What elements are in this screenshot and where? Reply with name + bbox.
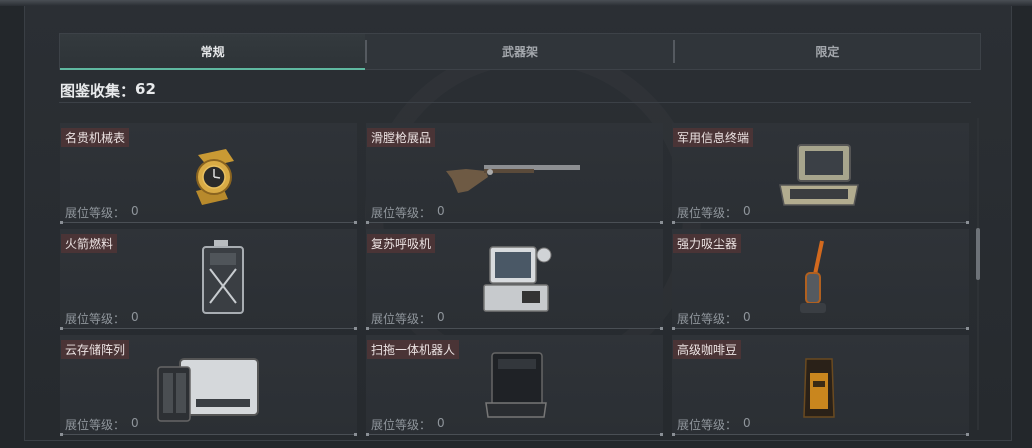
item-name: 火箭燃料 <box>61 234 118 253</box>
level-label: 展位等级： <box>371 418 432 432</box>
level-value: 0 <box>131 416 139 430</box>
collection-panel: 常规 武器架 限定 图鉴收集： 62 名贵机械表 展位等级： 0 滑膛枪展品 展… <box>24 6 1012 441</box>
level-label: 展位等级： <box>371 206 432 220</box>
item-card-storage-array[interactable]: 云存储阵列 展位等级： 0 <box>60 335 357 436</box>
level-value: 0 <box>437 310 445 324</box>
item-card-coffee-beans[interactable]: 高级咖啡豆 展位等级： 0 <box>672 335 969 436</box>
item-card-mopping-robot[interactable]: 扫拖一体机器人 展位等级： 0 <box>366 335 663 436</box>
item-name: 强力吸尘器 <box>673 234 742 253</box>
level-label: 展位等级： <box>65 206 126 220</box>
level-label: 展位等级： <box>677 312 738 326</box>
military-terminal-icon <box>779 144 859 206</box>
booth-level: 展位等级： 0 <box>677 416 751 433</box>
item-grid: 名贵机械表 展位等级： 0 滑膛枪展品 展位等级： 0 军用信息终端 展位等级：… <box>60 123 972 440</box>
corner-mark <box>672 433 675 436</box>
item-name: 名贵机械表 <box>61 128 130 147</box>
item-card-ventilator[interactable]: 复苏呼吸机 展位等级： 0 <box>366 229 663 330</box>
tab-limited[interactable]: 限定 <box>675 34 980 69</box>
item-name: 滑膛枪展品 <box>367 128 436 147</box>
booth-level: 展位等级： 0 <box>65 310 139 327</box>
item-name: 军用信息终端 <box>673 128 754 147</box>
corner-mark <box>660 433 663 436</box>
corner-mark <box>354 327 357 330</box>
level-value: 0 <box>437 204 445 218</box>
corner-mark <box>60 221 63 224</box>
collection-value: 62 <box>135 80 156 98</box>
level-label: 展位等级： <box>371 312 432 326</box>
corner-mark <box>60 433 63 436</box>
ventilator-icon <box>483 246 552 312</box>
booth-level: 展位等级： 0 <box>371 204 445 221</box>
item-card-vacuum[interactable]: 强力吸尘器 展位等级： 0 <box>672 229 969 330</box>
gold-watch-icon <box>196 149 234 205</box>
item-name: 复苏呼吸机 <box>367 234 436 253</box>
level-value: 0 <box>131 204 139 218</box>
corner-mark <box>672 327 675 330</box>
level-value: 0 <box>437 416 445 430</box>
corner-mark <box>966 327 969 330</box>
level-label: 展位等级： <box>65 312 126 326</box>
musket-icon <box>446 165 580 193</box>
fuel-canister-icon <box>202 240 244 314</box>
item-name: 高级咖啡豆 <box>673 340 742 359</box>
corner-mark <box>660 327 663 330</box>
booth-level: 展位等级： 0 <box>371 416 445 433</box>
tab-bar: 常规 武器架 限定 <box>59 33 981 70</box>
corner-mark <box>672 221 675 224</box>
corner-mark <box>366 433 369 436</box>
collection-label: 图鉴收集： <box>60 82 136 100</box>
booth-level: 展位等级： 0 <box>677 204 751 221</box>
divider <box>59 102 971 103</box>
tab-label: 常规 <box>200 45 225 59</box>
booth-level: 展位等级： 0 <box>65 204 139 221</box>
item-name: 云存储阵列 <box>61 340 130 359</box>
level-value: 0 <box>743 416 751 430</box>
storage-array-icon <box>157 358 259 422</box>
item-card-musket[interactable]: 滑膛枪展品 展位等级： 0 <box>366 123 663 224</box>
corner-mark <box>354 221 357 224</box>
corner-mark <box>966 433 969 436</box>
booth-level: 展位等级： 0 <box>677 310 751 327</box>
tab-regular[interactable]: 常规 <box>60 34 366 70</box>
corner-mark <box>366 221 369 224</box>
corner-mark <box>366 327 369 330</box>
corner-mark <box>660 221 663 224</box>
tab-label: 限定 <box>815 45 840 59</box>
tab-weapon-rack[interactable]: 武器架 <box>367 34 672 69</box>
item-card-gold-watch[interactable]: 名贵机械表 展位等级： 0 <box>60 123 357 224</box>
mopping-robot-icon <box>485 352 547 418</box>
vacuum-cleaner-icon <box>800 240 826 313</box>
coffee-bag-icon <box>803 358 835 418</box>
level-value: 0 <box>743 204 751 218</box>
level-label: 展位等级： <box>677 418 738 432</box>
item-name: 扫拖一体机器人 <box>367 340 460 359</box>
scrollbar-thumb[interactable] <box>976 228 980 280</box>
collection-count: 图鉴收集： 62 <box>60 80 156 101</box>
item-card-rocket-fuel[interactable]: 火箭燃料 展位等级： 0 <box>60 229 357 330</box>
booth-level: 展位等级： 0 <box>65 416 139 433</box>
level-label: 展位等级： <box>677 206 738 220</box>
corner-mark <box>354 433 357 436</box>
item-card-military-terminal[interactable]: 军用信息终端 展位等级： 0 <box>672 123 969 224</box>
level-value: 0 <box>131 310 139 324</box>
level-label: 展位等级： <box>65 418 126 432</box>
level-value: 0 <box>743 310 751 324</box>
corner-mark <box>966 221 969 224</box>
corner-mark <box>60 327 63 330</box>
booth-level: 展位等级： 0 <box>371 310 445 327</box>
tab-label: 武器架 <box>501 45 538 59</box>
